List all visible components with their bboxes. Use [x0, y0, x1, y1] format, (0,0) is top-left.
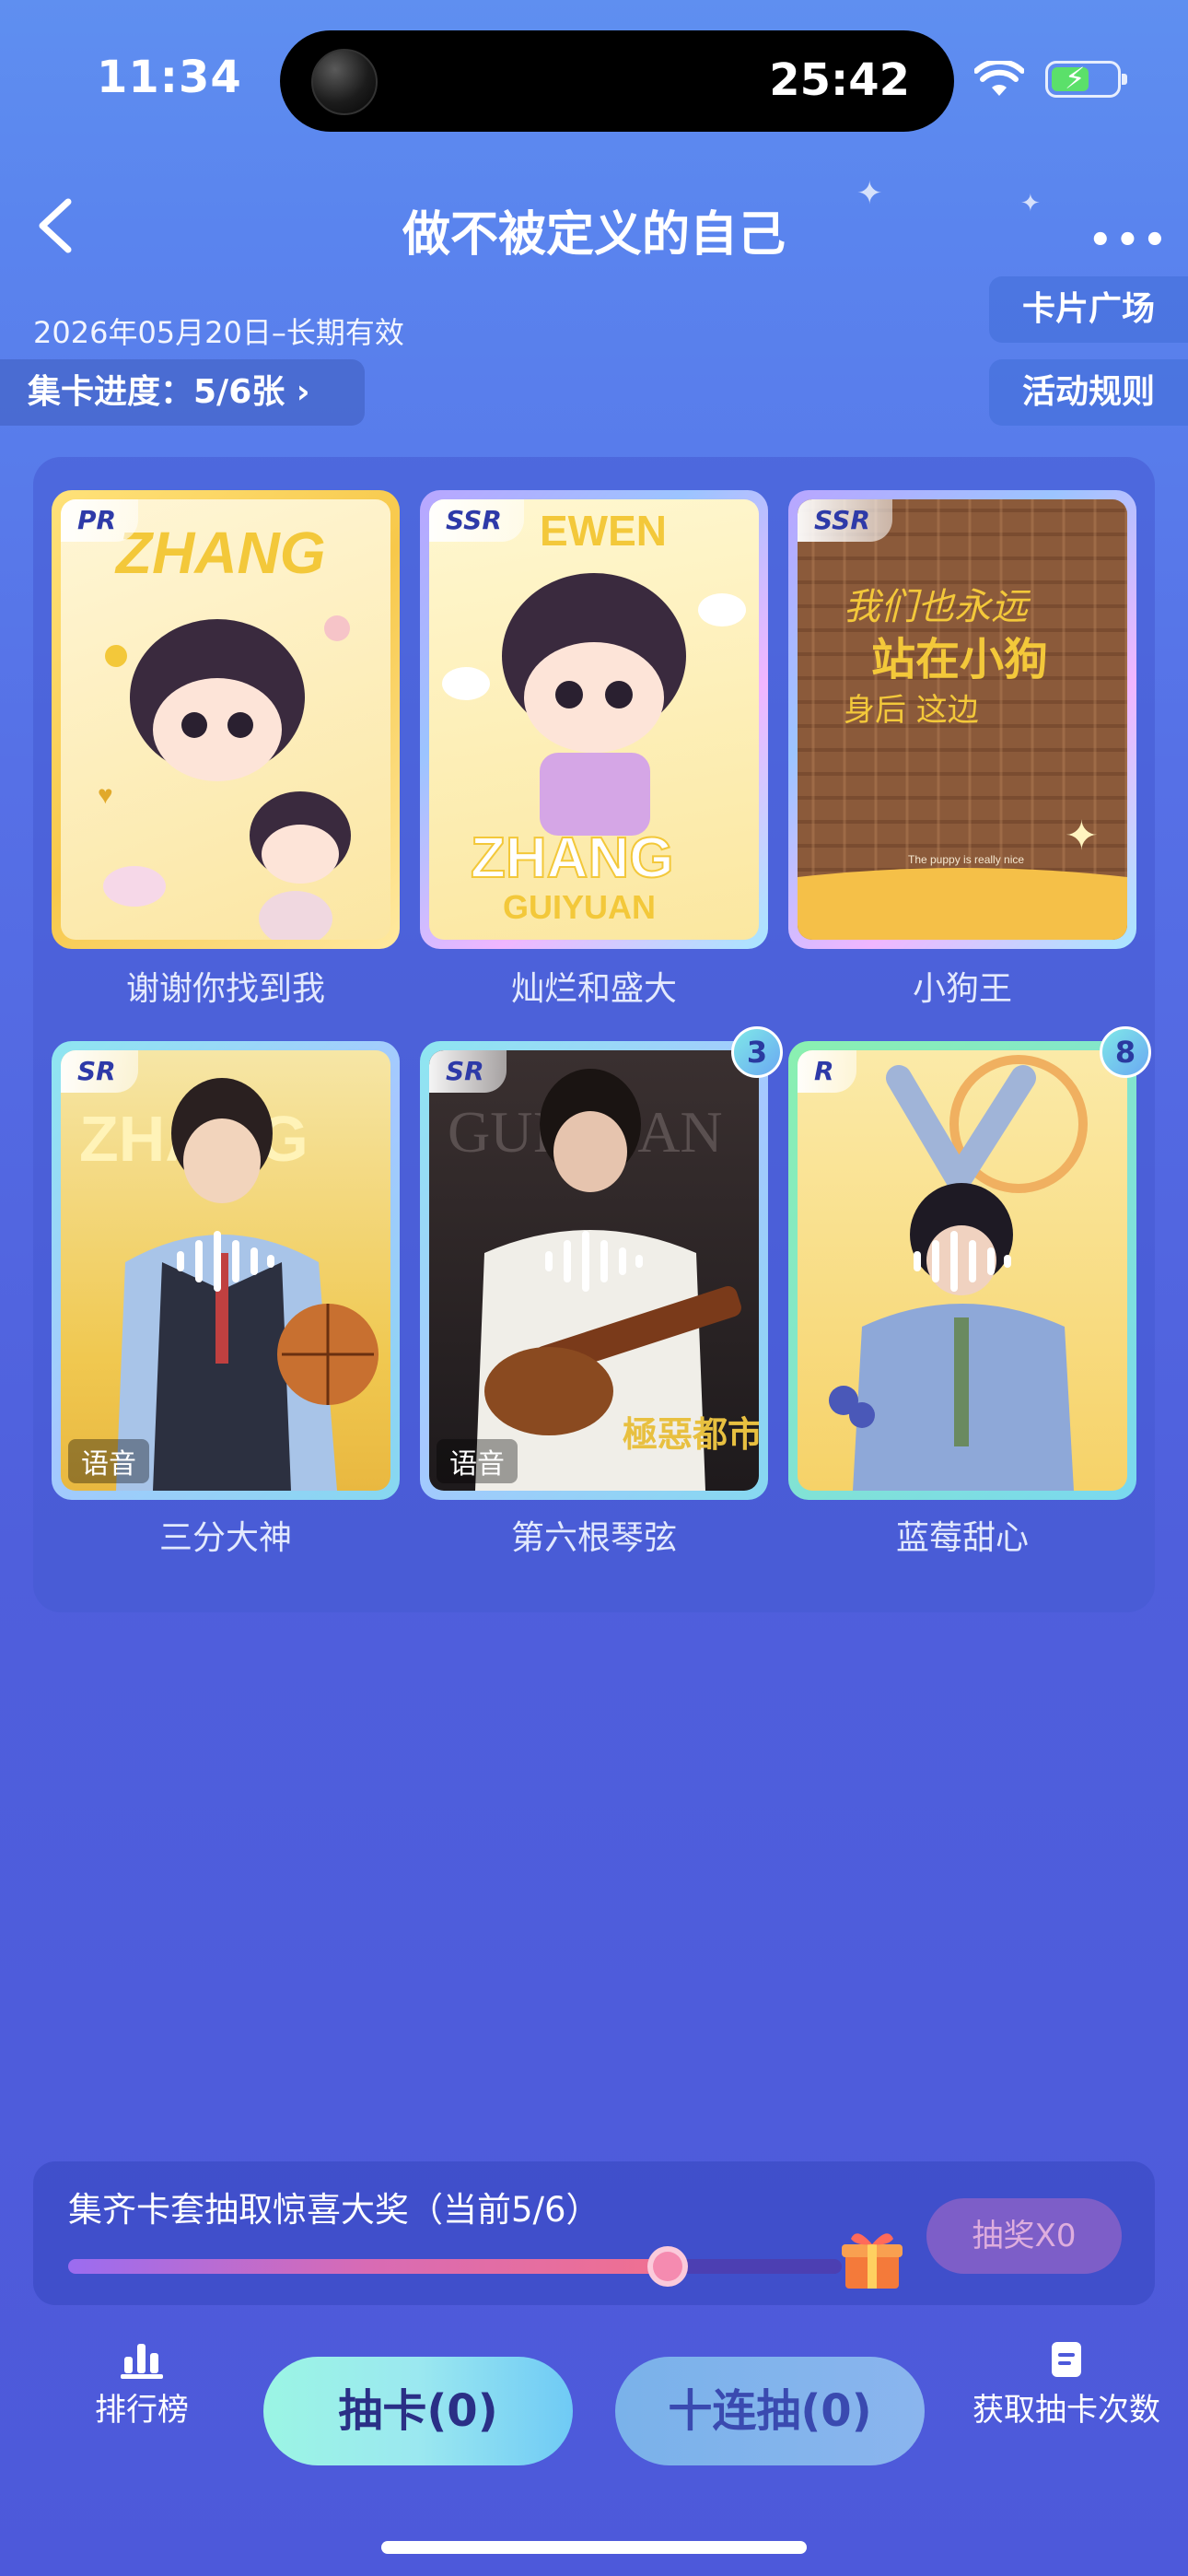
svg-text:站在小狗: 站在小狗 — [871, 634, 1048, 685]
status-time: 11:34 — [97, 52, 242, 103]
svg-text:我们也永远: 我们也永远 — [844, 586, 1031, 628]
svg-text:ZHANG: ZHANG — [114, 520, 326, 586]
gift-icon — [842, 2233, 903, 2289]
rarity-badge: SSR — [429, 499, 524, 542]
activity-rules-button[interactable]: 活动规则 — [989, 359, 1188, 426]
battery-icon: ⚡ — [1045, 61, 1127, 98]
card-4[interactable]: SR ZHANG 语音 — [52, 1041, 400, 1500]
validity-period: 2026年05月20日–长期有效 — [33, 315, 404, 350]
page-title: 做不被定义的自己 — [402, 207, 786, 263]
rarity-badge: SR — [61, 1050, 138, 1093]
dynamic-island: 25:42 — [280, 30, 954, 132]
svg-text:♥: ♥ — [98, 780, 113, 809]
rarity-badge: SR — [429, 1050, 507, 1093]
card-2-label: 灿烂和盛大 — [510, 970, 677, 1008]
lottery-draw-button[interactable]: 抽奖X0 — [926, 2198, 1122, 2274]
bottom-action-bar: 排行榜 获取抽卡次数 — [0, 2340, 1188, 2469]
card-artwork: EWEN ZHANG GUIYUAN — [442, 507, 746, 926]
card-5[interactable]: SR GUIYUAN 極惡都市 语音 — [420, 1041, 768, 1500]
svg-text:EWEN: EWEN — [540, 507, 667, 555]
more-options-button[interactable]: ••• — [1089, 219, 1171, 262]
card-count-badge: 3 — [731, 1026, 783, 1078]
lottery-panel: 集齐卡套抽取惊喜大奖（当前5/6） 抽奖X0 — [33, 2161, 1155, 2305]
progress-fill — [68, 2259, 668, 2274]
rarity-badge: PR — [61, 499, 139, 542]
voice-waveform-icon — [914, 1231, 1011, 1293]
voice-tag: 语音 — [68, 1439, 149, 1483]
card-1-label: 谢谢你找到我 — [125, 970, 325, 1008]
island-timer: 25:42 — [769, 54, 910, 106]
rarity-badge: R — [798, 1050, 856, 1093]
card-3[interactable]: SSR 我们也永远 站在小狗 身后 这边 The puppy is really… — [788, 490, 1136, 949]
card-count-badge: 8 — [1100, 1026, 1151, 1078]
card-plaza-button[interactable]: 卡片广场 — [989, 276, 1188, 343]
collection-progress-button[interactable]: 集卡进度：5/6张 › — [0, 359, 365, 426]
card-4-label: 三分大神 — [158, 1519, 292, 1557]
ranking-label: 排行榜 — [95, 2392, 189, 2429]
document-icon — [1052, 2342, 1081, 2377]
card-1[interactable]: PR ZHANG ♥ — [52, 490, 400, 949]
bar-chart-icon — [121, 2344, 163, 2379]
svg-text:身后 这边: 身后 这边 — [844, 692, 979, 729]
card-artwork: 我们也永远 站在小狗 身后 这边 The puppy is really nic… — [798, 499, 1127, 940]
svg-text:GUIYUAN: GUIYUAN — [503, 888, 656, 926]
card-artwork: ZHANG ♥ — [98, 520, 351, 940]
rarity-badge: SSR — [798, 499, 892, 542]
svg-text:The puppy is really nice: The puppy is really nice — [908, 853, 1024, 866]
lottery-title: 集齐卡套抽取惊喜大奖（当前5/6） — [68, 2190, 600, 2230]
svg-text:ZHANG: ZHANG — [471, 826, 673, 890]
draw-card-button[interactable]: 抽卡(0) — [263, 2357, 573, 2465]
card-6[interactable]: R — [788, 1041, 1136, 1500]
get-chances-button[interactable]: 获取抽卡次数 — [967, 2340, 1166, 2430]
progress-knob — [646, 2246, 688, 2287]
home-indicator[interactable] — [381, 2541, 807, 2554]
voice-waveform-icon — [177, 1231, 274, 1293]
card-5-label: 第六根琴弦 — [510, 1519, 677, 1557]
card-3-label: 小狗王 — [912, 970, 1012, 1008]
voice-waveform-icon — [545, 1231, 643, 1293]
card-2[interactable]: SSR EWEN ZHANG GUIYUAN — [420, 490, 768, 949]
wifi-icon — [974, 61, 1024, 96]
ranking-button[interactable]: 排行榜 — [77, 2340, 206, 2430]
lottery-progress-bar — [68, 2246, 842, 2287]
svg-text:極惡都市: 極惡都市 — [623, 1414, 759, 1455]
voice-tag: 语音 — [437, 1439, 518, 1483]
card-collection-panel: PR ZHANG ♥ 谢谢你找到我 SSR EWEN ZHANG GUIYUAN… — [33, 457, 1155, 1612]
card-6-label: 蓝莓甜心 — [895, 1519, 1029, 1557]
svg-text:✦: ✦ — [1065, 813, 1099, 860]
timer-app-icon — [311, 49, 378, 115]
ten-draw-button[interactable]: 十连抽(0) — [615, 2357, 925, 2465]
get-chances-label: 获取抽卡次数 — [973, 2392, 1160, 2429]
